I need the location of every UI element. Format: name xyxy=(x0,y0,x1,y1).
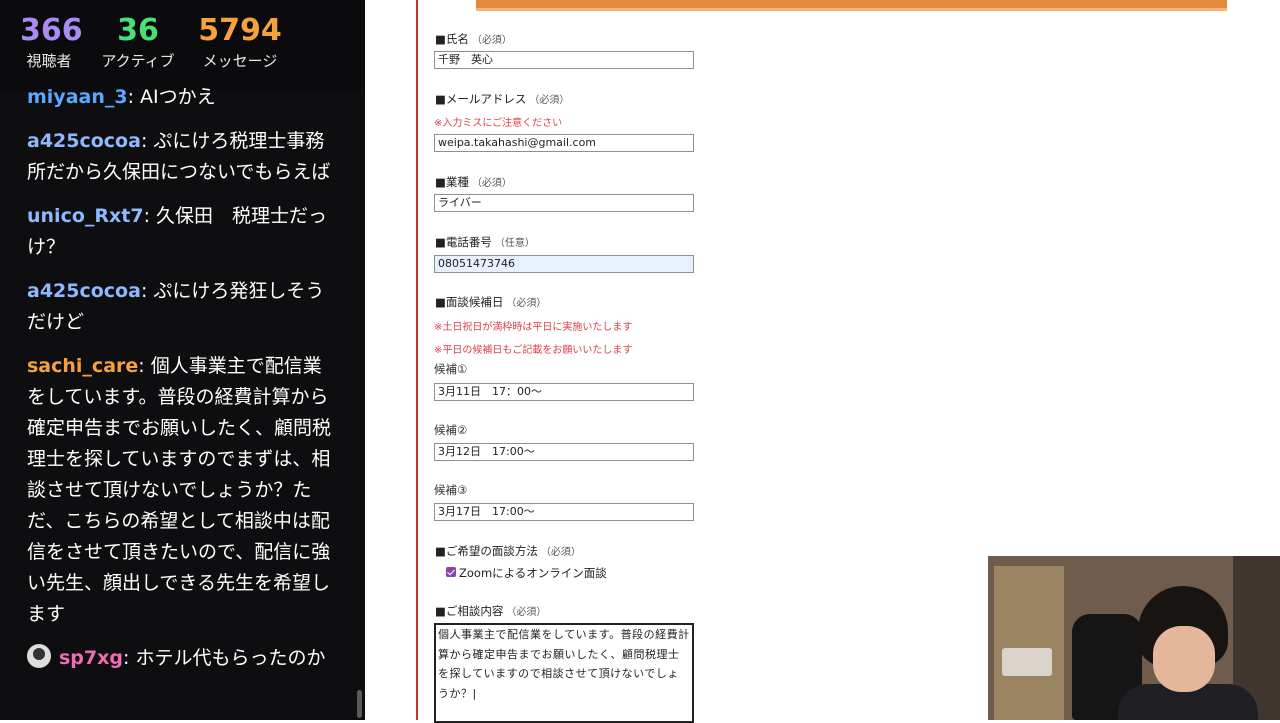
chat-username[interactable]: sp7xg xyxy=(59,647,123,669)
chat-message: a425cocoa: ぷにけろ税理士事務所だから久保田につないでもらえば xyxy=(27,130,331,183)
chat-text: AIつかえ xyxy=(134,86,216,108)
required-mark: （必須） xyxy=(506,298,547,309)
industry-input[interactable]: ライバー xyxy=(434,194,694,212)
message-count: 5794 メッセージ xyxy=(196,12,284,72)
candidate-2-input[interactable]: 3月12日 17:00〜 xyxy=(434,443,694,461)
phone-label-text: ■電話番号 xyxy=(435,235,492,249)
candidate-3-input[interactable]: 3月17日 17:00〜 xyxy=(434,503,694,521)
chat-text: 個人事業主で配信業をしています。普段の経費計算から確定申告までお願いしたく、顧問… xyxy=(27,355,332,625)
dates-label: ■面談候補日 （必須） xyxy=(435,294,546,310)
name-input[interactable]: 千野 英心 xyxy=(434,51,694,69)
required-mark: （必須） xyxy=(471,178,512,189)
active-count-value: 36 xyxy=(117,13,159,48)
required-mark: （必須） xyxy=(471,35,512,46)
optional-mark: （任意） xyxy=(494,238,535,249)
chat-username[interactable]: unico_Rxt7 xyxy=(27,205,144,227)
industry-label-text: ■業種 xyxy=(435,175,469,189)
viewer-count-value: 366 xyxy=(20,13,83,48)
form-left-border xyxy=(416,0,418,720)
consult-label: ■ご相談内容 （必須） xyxy=(435,603,546,619)
phone-input[interactable]: 08051473746 xyxy=(434,255,694,273)
active-count-label: アクティブ xyxy=(101,52,175,70)
zoom-checkbox[interactable] xyxy=(446,567,456,577)
dates-label-text: ■面談候補日 xyxy=(435,295,504,309)
email-label-text: ■メールアドレス xyxy=(435,92,527,106)
chat-username[interactable]: a425cocoa xyxy=(27,280,141,302)
webcam-printer xyxy=(1002,648,1052,676)
avatar xyxy=(27,644,51,668)
message-count-value: 5794 xyxy=(198,13,282,48)
name-label: ■氏名 （必須） xyxy=(435,31,512,47)
stream-stats: 366 視聴者 36 アクティブ 5794 メッセージ xyxy=(0,0,365,90)
dates-note-2: ※平日の候補日もご記載をお願いいたします xyxy=(434,345,633,356)
phone-label: ■電話番号 （任意） xyxy=(435,234,535,250)
candidate-2-label: 候補② xyxy=(434,423,468,437)
chat-message: a425cocoa: ぷにけろ発狂しそうだけど xyxy=(27,280,325,333)
chat-message: sachi_care: 個人事業主で配信業をしています。普段の経費計算から確定申… xyxy=(27,355,332,625)
viewer-count-label: 視聴者 xyxy=(26,52,72,70)
zoom-checkbox-label[interactable]: Zoomによるオンライン面談 xyxy=(459,565,607,581)
chat-username[interactable]: sachi_care xyxy=(27,355,138,377)
chat-username[interactable]: miyaan_3 xyxy=(27,86,128,108)
candidate-1-label: 候補① xyxy=(434,362,468,376)
method-label: ■ご希望の面談方法 （必須） xyxy=(435,543,581,559)
candidate-1-input[interactable]: 3月11日 17：00〜 xyxy=(434,383,694,401)
active-count: 36 アクティブ xyxy=(96,12,180,72)
name-label-text: ■氏名 xyxy=(435,32,469,46)
chat-panel: 366 視聴者 36 アクティブ 5794 メッセージ miyaan_3: AI… xyxy=(0,0,365,720)
method-label-text: ■ご希望の面談方法 xyxy=(435,544,538,558)
message-count-label: メッセージ xyxy=(202,52,278,70)
chat-message: sp7xg: ホテル代もらったのか xyxy=(27,643,334,674)
candidate-3-label: 候補③ xyxy=(434,483,468,497)
required-mark: （必須） xyxy=(540,547,581,558)
chat-message: unico_Rxt7: 久保田 税理士だっけ？ xyxy=(27,205,328,258)
email-label: ■メールアドレス （必須） xyxy=(435,91,569,107)
required-mark: （必須） xyxy=(529,95,570,106)
webcam-overlay xyxy=(988,556,1280,720)
consult-textarea[interactable]: 個人事業主で配信業をしています。普段の経費計算から確定申告までお願いしたく、顧問… xyxy=(434,623,694,723)
chat-message: miyaan_3: AIつかえ xyxy=(27,86,216,108)
chat-text: ホテル代もらったのか xyxy=(129,647,326,669)
chat-username[interactable]: a425cocoa xyxy=(27,130,141,152)
chat-scrollbar[interactable] xyxy=(357,690,362,718)
webcam-door xyxy=(994,566,1064,720)
viewer-count: 366 視聴者 xyxy=(20,12,83,72)
header-accent-bar xyxy=(476,0,1227,11)
email-note: ※入力ミスにご注意ください xyxy=(434,118,563,129)
chat-message-list: miyaan_3: AIつかえ a425cocoa: ぷにけろ税理士事務所だから… xyxy=(0,84,360,720)
consult-label-text: ■ご相談内容 xyxy=(435,604,504,618)
required-mark: （必須） xyxy=(506,607,547,618)
industry-label: ■業種 （必須） xyxy=(435,174,512,190)
email-input[interactable]: weipa.takahashi@gmail.com xyxy=(434,134,694,152)
dates-note-1: ※土日祝日が満枠時は平日に実施いたします xyxy=(434,322,633,333)
webcam-person-face xyxy=(1153,626,1215,692)
